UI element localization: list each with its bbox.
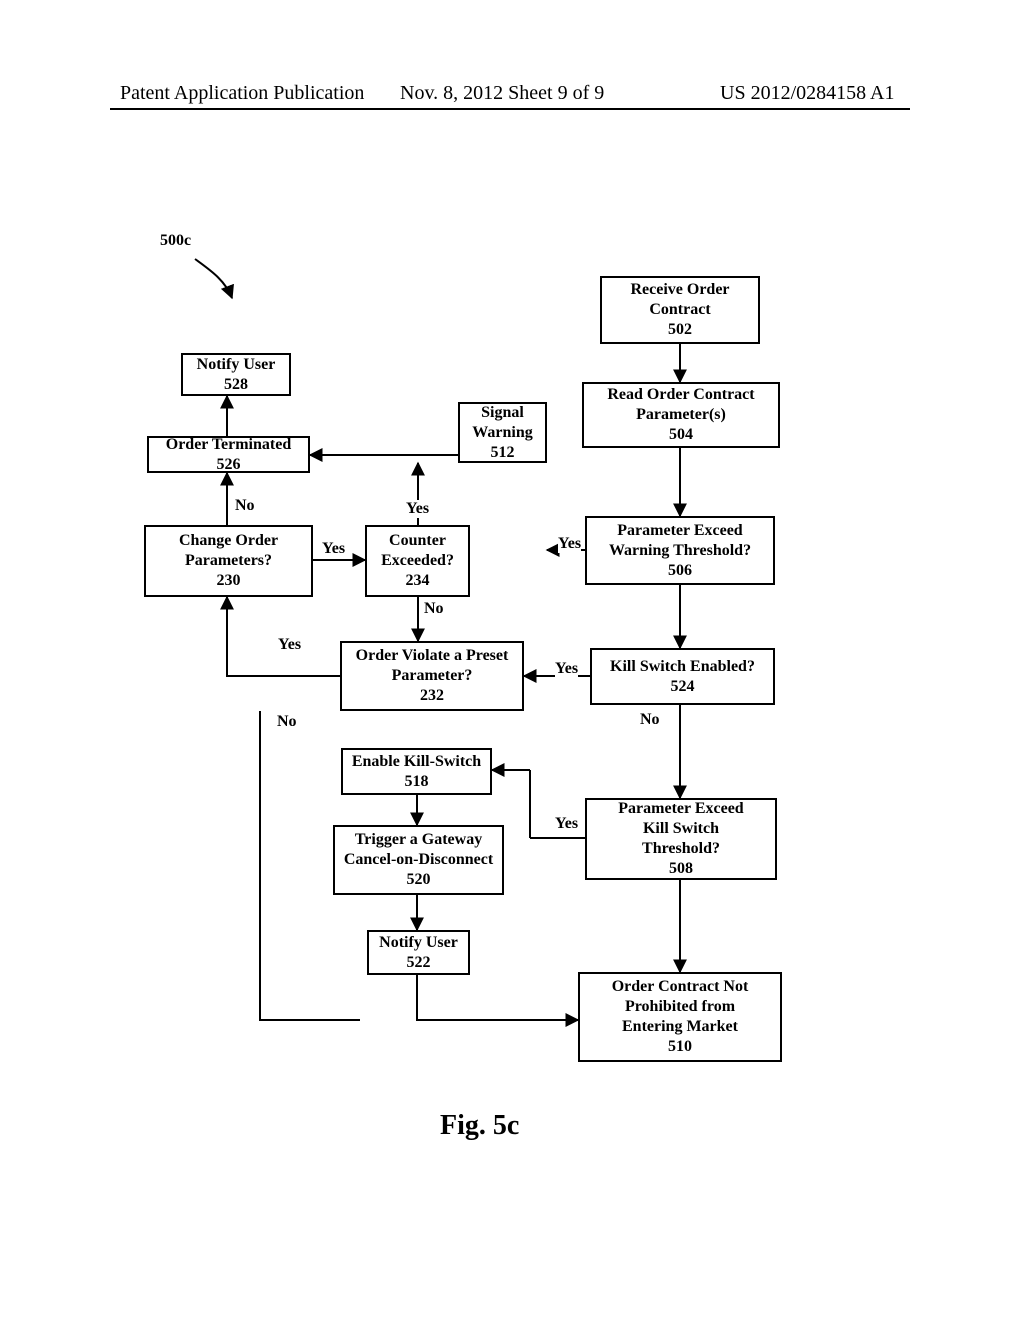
box-520: Trigger a GatewayCancel-on-Disconnect520 — [333, 825, 504, 895]
label-232-no: No — [277, 713, 297, 731]
box-504: Read Order ContractParameter(s)504 — [582, 382, 780, 448]
box-510: Order Contract NotProhibited fromEnterin… — [578, 972, 782, 1062]
label-234-yes: Yes — [406, 500, 429, 518]
box-518: Enable Kill-Switch518 — [341, 748, 492, 795]
box-528: Notify User528 — [181, 353, 291, 396]
box-232: Order Violate a PresetParameter?232 — [340, 641, 524, 711]
ref-500c: 500c — [160, 232, 191, 250]
label-524-yes: Yes — [555, 660, 578, 678]
box-512: SignalWarning512 — [458, 402, 547, 463]
label-230-no: No — [235, 497, 255, 515]
box-508: Parameter ExceedKill SwitchThreshold?508 — [585, 798, 777, 880]
box-524: Kill Switch Enabled?524 — [590, 648, 775, 705]
label-506-yes: Yes — [558, 535, 581, 553]
box-506: Parameter ExceedWarning Threshold?506 — [585, 516, 775, 585]
box-526: Order Terminated526 — [147, 436, 310, 473]
label-234-no: No — [424, 600, 444, 618]
box-502: Receive OrderContract502 — [600, 276, 760, 344]
box-522: Notify User522 — [367, 930, 470, 975]
box-234: CounterExceeded?234 — [365, 525, 470, 597]
box-230: Change OrderParameters?230 — [144, 525, 313, 597]
label-230-yes: Yes — [322, 540, 345, 558]
label-524-no: No — [640, 711, 660, 729]
label-232-yes: Yes — [278, 636, 301, 654]
figure-label: Fig. 5c — [440, 1110, 519, 1142]
label-508-yes: Yes — [555, 815, 578, 833]
page: Patent Application Publication Nov. 8, 2… — [0, 0, 1024, 1320]
